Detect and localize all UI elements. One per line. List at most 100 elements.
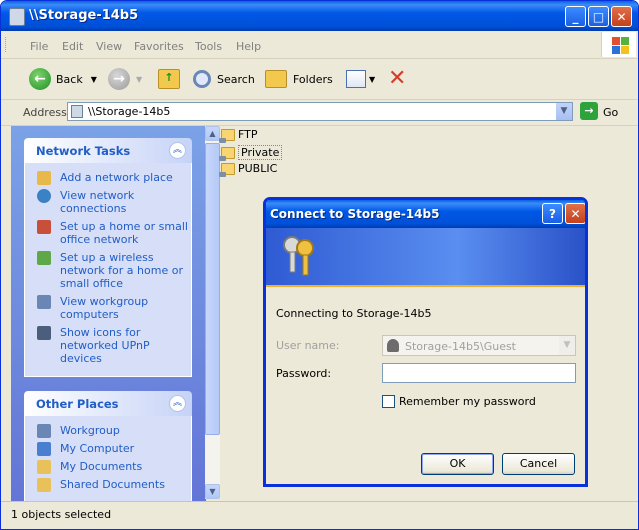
menu-help[interactable]: Help <box>236 40 261 53</box>
remember-password-checkbox[interactable] <box>382 395 395 408</box>
connecting-message: Connecting to Storage-14b5 <box>276 307 432 320</box>
dialog-title-bar[interactable]: Connect to Storage-14b5 ? ✕ <box>266 200 585 228</box>
scroll-thumb[interactable] <box>205 143 220 435</box>
network-place-icon <box>37 171 51 185</box>
search-button[interactable]: Search <box>193 66 255 92</box>
task-view-network-connections[interactable]: View network connections <box>25 189 191 215</box>
file-item-private[interactable]: Private <box>219 145 283 161</box>
workgroup-icon <box>37 424 51 438</box>
username-value: Storage-14b5\Guest <box>405 340 516 353</box>
my-documents-icon <box>37 460 51 474</box>
place-my-documents[interactable]: My Documents <box>25 460 191 474</box>
views-icon <box>346 70 366 88</box>
dialog-title: Connect to Storage-14b5 <box>270 207 440 221</box>
password-input[interactable] <box>382 363 576 383</box>
network-tasks-title: Network Tasks <box>36 144 131 158</box>
network-drive-icon <box>9 8 25 26</box>
delete-button[interactable]: ✕ <box>388 66 406 92</box>
task-setup-wireless-network[interactable]: Set up a wireless network for a home or … <box>25 251 191 290</box>
collapse-chevron-icon[interactable]: ︽ <box>169 142 186 159</box>
file-item-public[interactable]: PUBLIC <box>219 162 277 177</box>
folders-icon <box>265 70 287 88</box>
user-icon <box>387 339 399 352</box>
toolbar: ← Back ▼ → ▼ ↑ Search Folders ▼ ✕ <box>1 59 638 100</box>
menu-file[interactable]: File <box>30 40 48 53</box>
shared-folder-icon <box>219 146 235 161</box>
forward-arrow-icon: → <box>108 68 130 90</box>
address-bar: Address \\Storage-14b5 ▼ → Go <box>1 100 638 126</box>
views-button[interactable]: ▼ <box>346 66 375 92</box>
maximize-button[interactable]: □ <box>588 6 609 27</box>
up-folder-button[interactable]: ↑ <box>158 66 180 92</box>
shared-documents-icon <box>37 478 51 492</box>
shared-folder-icon <box>219 128 235 143</box>
username-label: User name: <box>276 339 340 352</box>
folders-label: Folders <box>293 72 333 86</box>
task-view-workgroup-computers[interactable]: View workgroup computers <box>25 295 191 321</box>
menu-tools[interactable]: Tools <box>195 40 222 53</box>
menu-favorites[interactable]: Favorites <box>134 40 184 53</box>
home-network-icon <box>37 220 51 234</box>
up-folder-icon: ↑ <box>158 69 180 89</box>
menu-grip <box>5 37 9 52</box>
wireless-network-icon <box>37 251 51 265</box>
forward-button[interactable]: → ▼ <box>108 66 142 92</box>
address-label: Address <box>23 106 67 119</box>
back-label: Back <box>56 72 83 86</box>
file-item-ftp[interactable]: FTP <box>219 128 258 143</box>
views-dropdown-icon[interactable]: ▼ <box>369 75 375 84</box>
scroll-up-icon[interactable]: ▲ <box>205 126 220 141</box>
connect-dialog: Connect to Storage-14b5 ? ✕ Connecting t… <box>263 197 588 487</box>
network-tasks-panel: Network Tasks ︽ Add a network place View… <box>24 138 192 377</box>
status-bar: 1 objects selected <box>1 501 638 529</box>
network-tasks-header[interactable]: Network Tasks ︽ <box>24 138 192 163</box>
network-drive-icon <box>71 105 83 118</box>
address-dropdown-icon[interactable]: ▼ <box>556 103 572 120</box>
dialog-close-button[interactable]: ✕ <box>565 203 585 224</box>
username-combobox[interactable]: Storage-14b5\Guest ▼ <box>382 335 576 356</box>
task-add-network-place[interactable]: Add a network place <box>25 171 191 185</box>
status-text: 1 objects selected <box>11 508 112 521</box>
my-computer-icon <box>37 442 51 456</box>
menu-edit[interactable]: Edit <box>62 40 83 53</box>
close-button[interactable]: ✕ <box>611 6 632 27</box>
forward-dropdown-icon[interactable]: ▼ <box>136 75 142 84</box>
place-shared-documents[interactable]: Shared Documents <box>25 478 191 492</box>
address-value: \\Storage-14b5 <box>88 105 171 118</box>
title-bar[interactable]: \\Storage-14b5 _ □ ✕ <box>1 1 638 31</box>
go-button-label[interactable]: Go <box>603 106 618 119</box>
task-pane: Network Tasks ︽ Add a network place View… <box>11 126 206 501</box>
back-arrow-icon: ← <box>29 68 51 90</box>
upnp-device-icon <box>37 326 51 340</box>
delete-x-icon: ✕ <box>388 66 407 91</box>
other-places-header[interactable]: Other Places ︽ <box>24 391 192 416</box>
other-places-body: Workgroup My Computer My Documents Share… <box>24 416 192 501</box>
windows-logo-icon <box>601 32 636 57</box>
network-connections-icon <box>37 189 51 203</box>
menu-view[interactable]: View <box>96 40 122 53</box>
task-setup-home-network[interactable]: Set up a home or small office network <box>25 220 191 246</box>
place-workgroup[interactable]: Workgroup <box>25 424 191 438</box>
menu-bar: File Edit View Favorites Tools Help <box>1 31 638 59</box>
password-label: Password: <box>276 367 332 380</box>
place-my-computer[interactable]: My Computer <box>25 442 191 456</box>
username-dropdown-icon[interactable]: ▼ <box>559 336 575 355</box>
cancel-button[interactable]: Cancel <box>502 453 575 475</box>
folders-button[interactable]: Folders <box>265 66 333 92</box>
other-places-panel: Other Places ︽ Workgroup My Computer My … <box>24 391 192 501</box>
scroll-down-icon[interactable]: ▼ <box>205 484 220 499</box>
network-tasks-body: Add a network place View network connect… <box>24 163 192 377</box>
go-arrow-icon[interactable]: → <box>580 102 598 120</box>
ok-button[interactable]: OK <box>421 453 494 475</box>
task-pane-scrollbar[interactable]: ▲ ▼ <box>205 126 220 499</box>
address-input[interactable]: \\Storage-14b5 ▼ <box>67 102 573 121</box>
back-dropdown-icon[interactable]: ▼ <box>91 75 97 84</box>
minimize-button[interactable]: _ <box>565 6 586 27</box>
dialog-banner <box>266 228 585 287</box>
back-button[interactable]: ← Back ▼ <box>29 66 97 92</box>
remember-password-label[interactable]: Remember my password <box>399 395 536 408</box>
help-button[interactable]: ? <box>542 203 563 224</box>
collapse-chevron-icon[interactable]: ︽ <box>169 395 186 412</box>
keys-icon <box>283 236 314 276</box>
task-show-upnp-icons[interactable]: Show icons for networked UPnP devices <box>25 326 191 365</box>
